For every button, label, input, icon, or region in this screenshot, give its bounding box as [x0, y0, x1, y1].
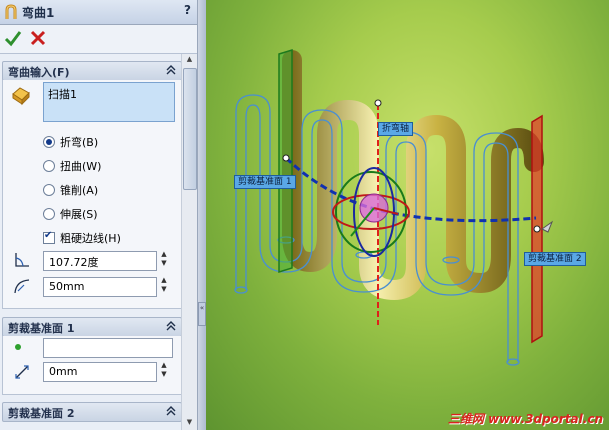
title-bar: 弯曲1 ?	[0, 0, 197, 25]
collapse-chevron-icon[interactable]	[164, 404, 178, 418]
selected-body[interactable]: 扫描1	[48, 86, 77, 102]
angle-field[interactable]: 107.72度	[43, 251, 157, 271]
trim-plane-2-handle[interactable]	[533, 225, 541, 233]
radius-spin-down-icon[interactable]: ▼	[158, 285, 170, 294]
collapse-panel-icon[interactable]: «	[198, 302, 206, 326]
scroll-thumb[interactable]	[183, 68, 197, 190]
drag-arrow-icon	[541, 220, 554, 233]
radio-twist[interactable]	[43, 160, 55, 172]
reference-point-icon	[15, 344, 21, 350]
option-stretch-label: 伸展(S)	[60, 208, 98, 221]
angle-icon	[15, 253, 29, 267]
trim-plane-1-header[interactable]: 剪裁基准面 1	[2, 317, 182, 337]
bend-input-body: 扫描1 折弯(B) 扭曲(W) 锥削(A) 伸展(S) 粗硬边线(H) 107.…	[2, 80, 182, 309]
option-taper-label: 锥削(A)	[60, 184, 99, 197]
radius-spin-up-icon[interactable]: ▲	[158, 276, 170, 285]
graphics-viewport[interactable]: 折弯轴 剪裁基准面 1 剪裁基准面 2 三维网 www.3dportal.cn	[206, 0, 609, 430]
radio-stretch[interactable]	[43, 208, 55, 220]
collapse-chevron-icon[interactable]	[164, 319, 178, 333]
body-select-icon	[12, 87, 30, 106]
angle-value[interactable]: 107.72度	[49, 254, 99, 270]
bent-tube-model[interactable]	[282, 50, 544, 301]
radio-bend[interactable]	[43, 136, 55, 148]
panel-scrollbar[interactable]: ▲ ▼	[181, 54, 197, 430]
collapse-chevron-icon[interactable]	[164, 63, 178, 77]
radius-field[interactable]: 50mm	[43, 277, 157, 297]
distance-spin-down-icon[interactable]: ▼	[158, 370, 170, 379]
help-button[interactable]: ?	[184, 3, 191, 17]
scroll-down-icon[interactable]: ▼	[184, 418, 195, 429]
trim-plane-1-title: 剪裁基准面 1	[8, 322, 75, 335]
watermark: 三维网 www.3dportal.cn	[447, 412, 603, 426]
angle-spinner[interactable]: ▲ ▼	[158, 250, 170, 270]
radius-icon	[14, 279, 30, 294]
option-bend-label: 折弯(B)	[60, 136, 99, 149]
trim-plane-1-reference-field[interactable]	[43, 338, 173, 358]
trim-plane-1-distance[interactable]: 0mm	[49, 365, 77, 378]
trim-plane-1-body: 0mm ▲ ▼	[2, 336, 182, 395]
bend-feature-icon	[5, 4, 17, 19]
trim-plane-2-tag[interactable]: 剪裁基准面 2	[524, 252, 586, 266]
trim-plane-2-header[interactable]: 剪裁基准面 2	[2, 402, 182, 422]
bend-axis-tag[interactable]: 折弯轴	[378, 122, 414, 136]
hard-edges-checkbox[interactable]	[43, 230, 55, 244]
distance-icon	[15, 365, 29, 379]
distance-spin-up-icon[interactable]: ▲	[158, 361, 170, 370]
distance-spinner[interactable]: ▲ ▼	[158, 361, 170, 381]
angle-spin-up-icon[interactable]: ▲	[158, 250, 170, 259]
radius-spinner[interactable]: ▲ ▼	[158, 276, 170, 296]
angle-spin-down-icon[interactable]: ▼	[158, 259, 170, 268]
hard-edges-label: 粗硬边线(H)	[60, 232, 121, 245]
trim-plane-2-title: 剪裁基准面 2	[8, 407, 75, 420]
property-manager: 弯曲1 ? 弯曲输入(F) 扫描1 折弯(B) 扭曲(W) 锥削(A) 伸展(S…	[0, 0, 198, 430]
option-twist-label: 扭曲(W)	[60, 160, 102, 173]
cancel-x-icon[interactable]	[29, 28, 47, 48]
panel-title: 弯曲1	[22, 6, 55, 20]
radius-value[interactable]: 50mm	[49, 280, 84, 293]
bend-axis-handle[interactable]	[374, 99, 382, 107]
confirm-toolbar	[0, 25, 197, 54]
bend-input-title: 弯曲输入(F)	[8, 66, 70, 79]
panel-splitter[interactable]: «	[198, 0, 206, 430]
scroll-up-icon[interactable]: ▲	[184, 55, 195, 66]
bend-input-header[interactable]: 弯曲输入(F)	[2, 61, 182, 81]
model-canvas[interactable]	[206, 0, 609, 430]
trim-plane-1-distance-field[interactable]: 0mm	[43, 362, 157, 382]
bodies-selection-box[interactable]: 扫描1	[43, 82, 175, 122]
radio-taper[interactable]	[43, 184, 55, 196]
ok-checkmark-icon[interactable]	[4, 28, 22, 48]
trim-plane-1-tag[interactable]: 剪裁基准面 1	[234, 175, 296, 189]
trim-plane-1-handle[interactable]	[282, 154, 290, 162]
